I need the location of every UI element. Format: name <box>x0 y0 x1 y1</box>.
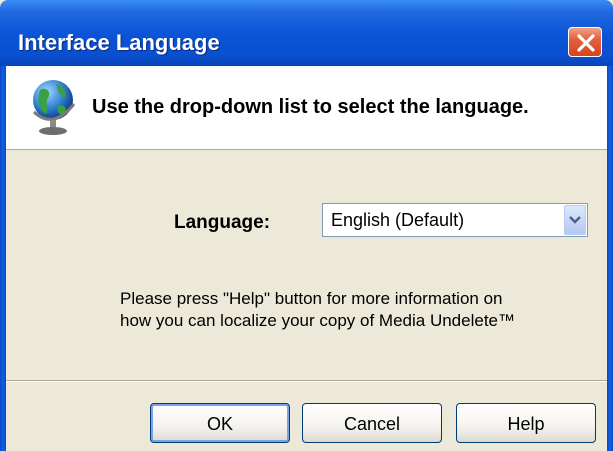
close-icon <box>577 34 595 52</box>
language-selected-value: English (Default) <box>331 210 465 230</box>
close-button[interactable] <box>568 27 602 57</box>
header-panel: Use the drop-down list to select the lan… <box>6 66 607 150</box>
language-label: Language: <box>174 212 271 233</box>
help-info-text: Please press "Help" button for more info… <box>120 288 590 332</box>
button-separator <box>6 380 607 382</box>
instruction-text: Use the drop-down list to select the lan… <box>92 96 529 118</box>
cancel-button[interactable]: Cancel <box>302 403 442 443</box>
globe-icon <box>32 80 76 135</box>
window-title: Interface Language <box>18 30 220 55</box>
help-info-line-2: how you can localize your copy of Media … <box>120 311 515 330</box>
window-frame-right <box>607 66 613 451</box>
dropdown-arrow-button[interactable] <box>564 205 586 235</box>
ok-button[interactable]: OK <box>150 403 290 443</box>
chevron-down-icon <box>569 216 581 224</box>
language-dropdown[interactable]: English (Default) <box>322 203 588 237</box>
title-bar[interactable]: Interface Language <box>0 0 613 66</box>
dialog-window: Interface Language Use the drop-down lis… <box>0 0 613 451</box>
help-button[interactable]: Help <box>456 403 596 443</box>
help-info-line-1: Please press "Help" button for more info… <box>120 289 503 308</box>
